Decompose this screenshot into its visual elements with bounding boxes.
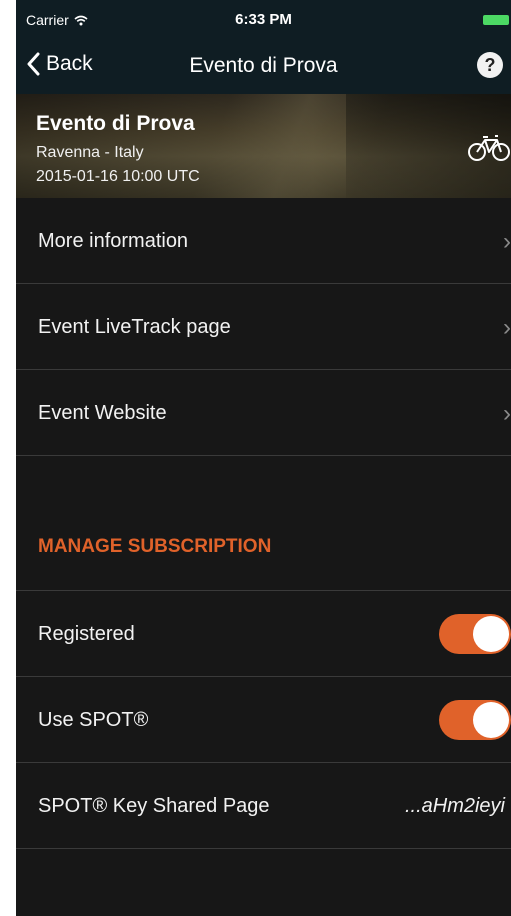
chevron-right-icon: › [503, 400, 511, 427]
status-bar: Carrier 6:33 PM [16, 0, 511, 40]
row-label: Registered [38, 623, 135, 645]
registered-toggle[interactable] [439, 614, 511, 654]
event-date: 2015-01-16 10:00 UTC [36, 168, 200, 185]
spot-key-row[interactable]: SPOT® Key Shared Page ...aHm2ieyi [16, 763, 511, 849]
row-label: Event LiveTrack page [38, 316, 231, 338]
row-label: Use SPOT® [38, 709, 149, 731]
clock: 6:33 PM [235, 11, 292, 28]
registered-row: Registered [16, 591, 511, 677]
use-spot-row: Use SPOT® [16, 677, 511, 763]
chevron-right-icon: › [503, 228, 511, 255]
more-information-row[interactable]: More information › [16, 198, 511, 284]
row-label: SPOT® Key Shared Page [38, 795, 270, 817]
event-name: Evento di Prova [36, 112, 195, 135]
page-title: Evento di Prova [189, 54, 338, 77]
toggle-knob [473, 616, 509, 652]
help-icon[interactable]: ? [477, 52, 503, 78]
row-label: Event Website [38, 402, 167, 424]
section-header: MANAGE SUBSCRIPTION [38, 536, 272, 557]
toggle-knob [473, 702, 509, 738]
livetrack-page-row[interactable]: Event LiveTrack page › [16, 284, 511, 370]
chevron-right-icon: › [503, 314, 511, 341]
event-location: Ravenna - Italy [36, 144, 144, 161]
event-website-row[interactable]: Event Website › [16, 370, 511, 456]
bicycle-icon [468, 135, 510, 161]
use-spot-toggle[interactable] [439, 700, 511, 740]
navigation-bar: Back Evento di Prova ? [16, 40, 511, 94]
app-screen: Carrier 6:33 PM Back Evento di Prova ? E… [16, 0, 511, 916]
spot-key-value: ...aHm2ieyi [404, 795, 505, 817]
battery-icon [483, 15, 509, 25]
row-label: More information [38, 230, 189, 252]
event-banner: Evento di Prova Ravenna - Italy 2015-01-… [16, 94, 511, 198]
